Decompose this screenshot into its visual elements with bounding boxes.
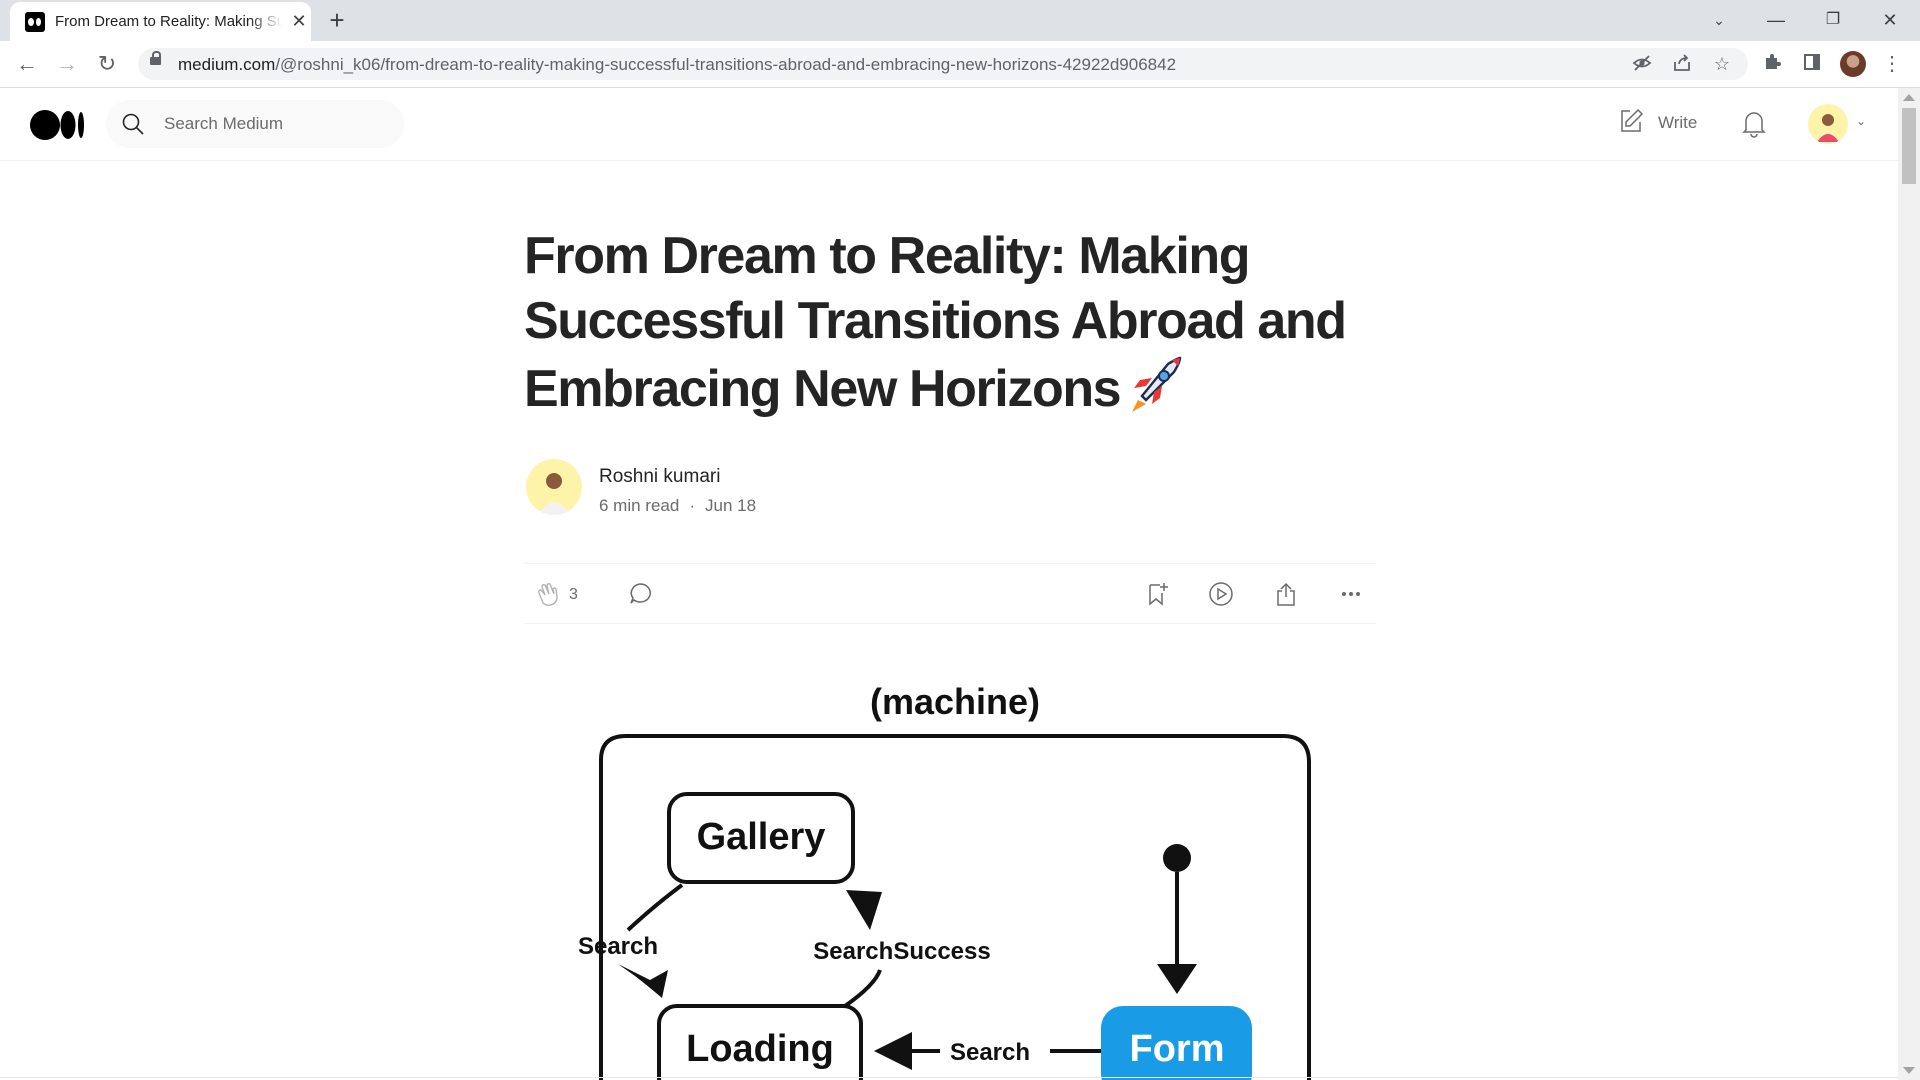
author-avatar[interactable] (526, 459, 582, 515)
sidepanel-icon[interactable] (1800, 52, 1824, 76)
bookmark-icon[interactable] (1144, 581, 1170, 607)
search-arrowhead-bottom (874, 1032, 912, 1070)
tab-title: From Dream to Reality: Making Successful… (55, 13, 283, 30)
search-label-bottom: Search (950, 1039, 1030, 1066)
publish-date: Jun 18 (705, 496, 757, 515)
medium-logo[interactable] (30, 110, 86, 140)
search-label-left: Search (578, 933, 658, 960)
extensions-icon[interactable] (1760, 52, 1784, 76)
share-article-icon[interactable] (1273, 581, 1299, 607)
loading-label: Loading (686, 1028, 834, 1070)
article-title: From Dream to Reality: Making Successful… (524, 227, 1347, 418)
comment-icon[interactable] (628, 581, 654, 607)
medium-header: Search Medium Write ⌄ (0, 88, 1898, 161)
search-success-arrowhead (846, 890, 882, 930)
back-icon[interactable]: ← (13, 50, 41, 78)
gallery-label: Gallery (697, 816, 826, 858)
article-action-bar: 3 (524, 563, 1376, 624)
tab-close-icon[interactable]: ✕ (289, 11, 309, 31)
read-time: 6 min read (599, 496, 680, 515)
initial-arrowhead (1157, 964, 1197, 994)
bell-icon[interactable] (1740, 108, 1768, 138)
browser-profile-avatar[interactable] (1840, 51, 1866, 77)
reload-icon[interactable]: ↻ (93, 50, 121, 78)
search-input[interactable]: Search Medium (164, 114, 283, 134)
share-icon[interactable] (1670, 53, 1694, 75)
tab-search-icon[interactable]: ⌄ (1702, 6, 1736, 34)
write-icon (1621, 108, 1644, 132)
eye-off-icon[interactable] (1630, 53, 1654, 75)
more-options-icon[interactable] (1338, 581, 1364, 607)
address-bar[interactable]: medium.com/@roshni_k06/from-dream-to-rea… (138, 48, 1748, 80)
url-text[interactable]: medium.com/@roshni_k06/from-dream-to-rea… (178, 55, 1176, 75)
medium-favicon-icon (25, 12, 45, 32)
scroll-thumb[interactable] (1902, 108, 1916, 184)
search-bar[interactable]: Search Medium (106, 100, 404, 148)
rocket-icon (1132, 356, 1182, 412)
article-meta: 6 min read · Jun 18 (599, 496, 757, 515)
page-scrollbar[interactable] (1898, 88, 1920, 1080)
browser-tab[interactable]: From Dream to Reality: Making Successful… (10, 2, 311, 41)
article-figure: (machine) Gallery Loading Form Search Se… (560, 680, 1340, 1080)
search-success-transition (843, 969, 882, 1008)
star-icon[interactable]: ☆ (1710, 53, 1734, 75)
page-bottom-divider (0, 1077, 1898, 1078)
state-machine-diagram: (machine) Gallery Loading Form Search Se… (578, 681, 1311, 1080)
machine-label: (machine) (870, 681, 1040, 722)
menu-icon[interactable]: ⋮ (1880, 52, 1904, 76)
search-success-label: SearchSuccess (813, 938, 990, 965)
initial-state-dot (1163, 844, 1191, 872)
clap-icon[interactable] (536, 581, 562, 607)
search-arrowhead-left (618, 964, 668, 998)
close-window-icon[interactable]: ✕ (1873, 6, 1907, 34)
clap-count: 3 (569, 586, 578, 603)
lock-icon[interactable] (150, 51, 161, 65)
forward-icon[interactable]: → (53, 50, 81, 78)
author-name[interactable]: Roshni kumari (599, 466, 720, 488)
restore-icon[interactable]: ❐ (1816, 6, 1850, 34)
form-label: Form (1130, 1028, 1225, 1070)
write-label: Write (1658, 113, 1698, 132)
scroll-down-icon[interactable] (1903, 1067, 1915, 1074)
play-icon[interactable] (1208, 581, 1234, 607)
scroll-up-icon[interactable] (1903, 94, 1915, 101)
browser-tab-bar: From Dream to Reality: Making Successful… (0, 0, 1920, 41)
chevron-down-icon[interactable]: ⌄ (1856, 114, 1866, 128)
search-icon (122, 113, 144, 135)
browser-toolbar: ← → ↻ medium.com/@roshni_k06/from-dream-… (0, 41, 1920, 88)
search-transition-left (626, 883, 684, 932)
minimize-icon[interactable]: — (1759, 6, 1793, 34)
new-tab-icon[interactable]: + (324, 7, 350, 34)
user-avatar[interactable] (1808, 104, 1848, 144)
